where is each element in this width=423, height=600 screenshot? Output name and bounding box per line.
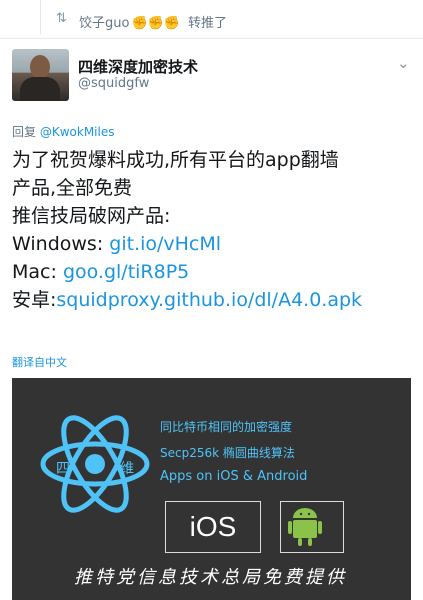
- thread-line: [40, 0, 41, 34]
- avatar-body: [20, 77, 60, 101]
- avatar-head: [30, 55, 50, 79]
- retweet-header: ⇅ 饺子guo ✊✊✊ 转推了: [0, 0, 423, 38]
- reply-mention-link[interactable]: @KwokMiles: [40, 125, 115, 139]
- card-feature-2: Secp256k 椭圆曲线算法: [160, 446, 295, 460]
- windows-label: Windows:: [12, 233, 110, 255]
- atom-label-right: 维: [120, 461, 134, 477]
- display-name[interactable]: 四维深度加密技术: [78, 56, 198, 77]
- translate-link[interactable]: 翻译自中文: [12, 354, 67, 370]
- android-row: 安卓:squidproxy.github.io/dl/A4.0.apk: [12, 286, 417, 314]
- atom-nucleus: [85, 454, 105, 474]
- windows-link[interactable]: git.io/vHcMl: [109, 233, 221, 255]
- card-feature-3: Apps on iOS & Android: [160, 469, 308, 484]
- retweeter[interactable]: 饺子guo ✊✊✊ 转推了: [79, 12, 227, 31]
- android-badge: [280, 501, 344, 553]
- retweet-icon: ⇅: [56, 11, 67, 26]
- ios-badge: iOS: [165, 501, 261, 553]
- tweet-line-3: 推信技局破网产品:: [12, 205, 171, 227]
- retweet-action-label: 转推了: [188, 16, 228, 31]
- divider: [0, 38, 423, 39]
- atom-label-left: 四: [56, 461, 70, 477]
- avatar[interactable]: [12, 49, 69, 101]
- tweet-text: 为了祝贺爆料成功,所有平台的app翻墙 产品,全部免费 推信技局破网产品: Wi…: [12, 146, 417, 314]
- tweet-line-1: 为了祝贺爆料成功,所有平台的app翻墙: [12, 149, 339, 171]
- windows-row: Windows: git.io/vHcMl: [12, 230, 417, 258]
- media-card[interactable]: 四 维 同比特币相同的加密强度 Secp256k 椭圆曲线算法 Apps on …: [12, 378, 411, 600]
- retweeter-name[interactable]: 饺子guo: [79, 16, 129, 31]
- android-link[interactable]: squidproxy.github.io/dl/A4.0.apk: [56, 289, 362, 311]
- tweet-line-2: 产品,全部免费: [12, 177, 133, 199]
- user-handle[interactable]: @squidgfw: [78, 76, 149, 91]
- android-label: 安卓:: [12, 289, 57, 311]
- reply-prefix: 回复: [12, 125, 37, 139]
- card-footer: 推特党信息技术总局免费提供: [74, 567, 347, 588]
- mac-row: Mac: goo.gl/tiR8P5: [12, 258, 417, 286]
- retweeter-emojis: ✊✊✊: [131, 16, 181, 31]
- card-feature-1: 同比特币相同的加密强度: [160, 420, 293, 434]
- mac-link[interactable]: goo.gl/tiR8P5: [63, 261, 189, 283]
- mac-label: Mac:: [12, 261, 63, 283]
- chevron-down-icon[interactable]: ⌄: [397, 54, 410, 72]
- reply-context: 回复 @KwokMiles: [12, 123, 114, 140]
